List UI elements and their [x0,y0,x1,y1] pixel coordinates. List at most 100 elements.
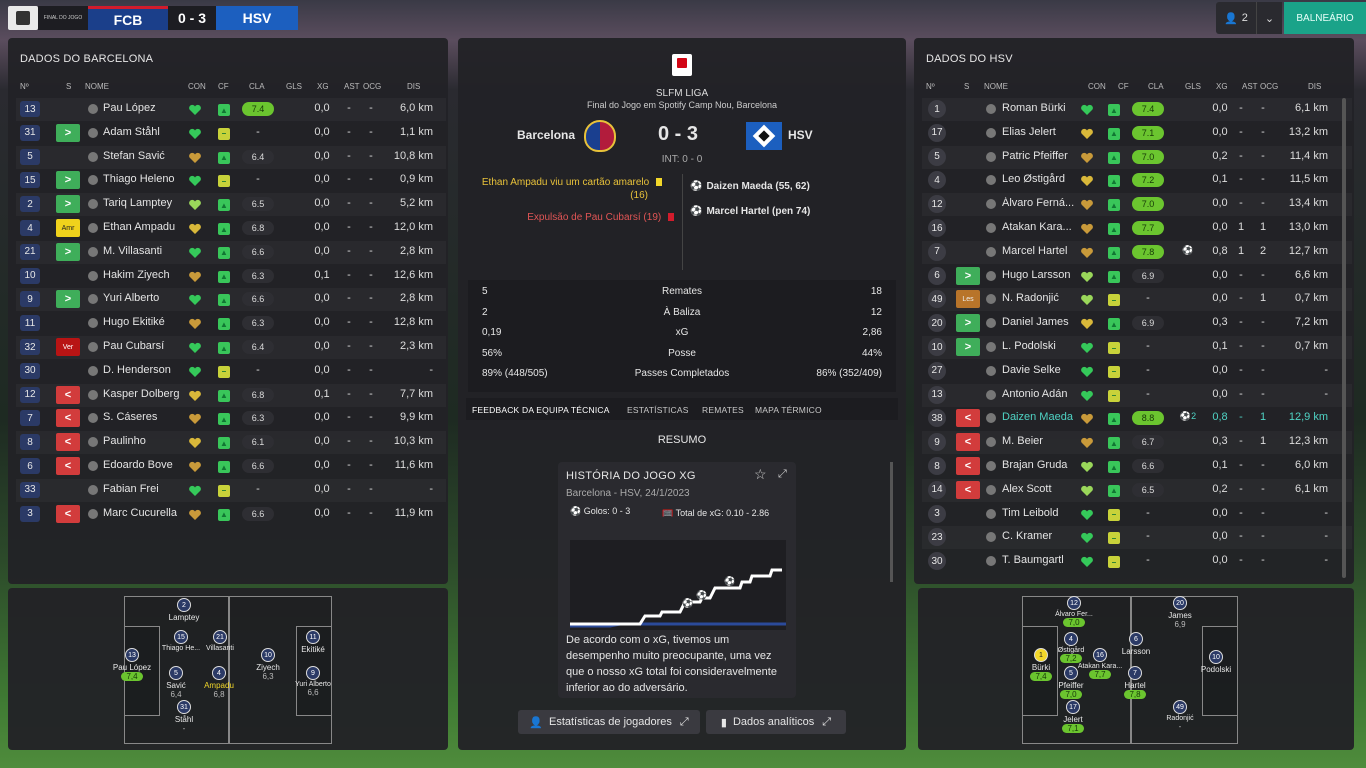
player-name[interactable]: Adam Ståhl [103,126,188,138]
player-name[interactable]: Kasper Dolberg [103,388,188,400]
col-dis[interactable]: DIS [407,82,420,91]
table-row[interactable]: 1 Roman Bürki ▲ 7.4 0,0- -6,1 km [922,98,1352,121]
col-cf[interactable]: CF [218,82,229,91]
chevron-down-icon[interactable]: ⌄ [1256,2,1282,34]
player-name[interactable]: M. Beier [1002,435,1087,447]
player-name[interactable]: D. Henderson [103,364,188,376]
col-no[interactable]: Nº [20,82,29,91]
col-ast[interactable]: AST [344,82,360,91]
player-name[interactable]: Antonio Adán [1002,388,1087,400]
table-row[interactable]: 7 < S. Cáseres ▲ 6.3 0,0 - - 9,9 km [16,407,446,430]
formation-player[interactable]: 2 Lamptey [154,598,214,622]
table-row[interactable]: 6 < Edoardo Bove ▲ 6.6 0,0 - - 11,6 km [16,455,446,478]
col-dis[interactable]: DIS [1308,82,1321,91]
player-name[interactable]: Thiago Heleno [103,173,188,185]
player-name[interactable]: Marc Cucurella [103,507,188,519]
col-s[interactable]: S [66,82,71,91]
table-row[interactable]: 21 > M. Villasanti ▲ 6.6 0,0 - - 2,8 km [16,241,446,264]
table-row[interactable]: 9 > Yuri Alberto ▲ 6.6 0,0 - - 2,8 km [16,288,446,311]
col-gls[interactable]: GLS [1185,82,1201,91]
table-row[interactable]: 12 Álvaro Ferná... ▲ 7.0 0,0- -13,4 km [922,193,1352,216]
player-name[interactable]: Daniel James [1002,316,1087,328]
table-row[interactable]: 12 < Kasper Dolberg ▲ 6.8 0,1 - - 7,7 km [16,384,446,407]
expand-icon[interactable]: ⤢ [778,468,787,481]
player-name[interactable]: Fabian Frei [103,483,188,495]
table-row[interactable]: 14 < Alex Scott ▲ 6.5 0,2- -6,1 km [922,479,1352,502]
player-name[interactable]: C. Kramer [1002,530,1087,542]
table-row[interactable]: 30 D. Henderson – - 0,0 - - - [16,360,446,383]
player-name[interactable]: Elias Jelert [1002,126,1087,138]
formation-player[interactable]: 31 Ståhl - [154,700,214,733]
table-row[interactable]: 38 < Daizen Maeda ▲ 8.8 ⚽2 0,8- 1 12,9 km [922,407,1352,430]
formation-player[interactable]: 9 Yuri Alberto 6,6 [283,666,343,697]
player-name[interactable]: Hugo Ekitiké [103,316,188,328]
table-row[interactable]: 10 > L. Podolski – -0,1- -0,7 km [922,336,1352,359]
player-name[interactable]: T. Baumgartl [1002,554,1087,566]
player-name[interactable]: Tariq Lamptey [103,197,188,209]
player-name[interactable]: Davie Selke [1002,364,1087,376]
player-name[interactable]: Pau López [103,102,188,114]
player-name[interactable]: Alex Scott [1002,483,1087,495]
col-s[interactable]: S [964,82,969,91]
col-con[interactable]: CON [188,82,206,91]
player-name[interactable]: Hakim Ziyech [103,269,188,281]
table-row[interactable]: 10 Hakim Ziyech ▲ 6.3 0,1 - - 12,6 km [16,265,446,288]
table-row[interactable]: 20 > Daniel James ▲ 6.9 0,3- -7,2 km [922,312,1352,335]
table-row[interactable]: 13 Pau López ▲ 7.4 0,0 - - 6,0 km [16,98,446,121]
player-name[interactable]: M. Villasanti [103,245,188,257]
table-row[interactable]: 4 Amr Ethan Ampadu ▲ 6.8 0,0 - - 12,0 km [16,217,446,240]
player-name[interactable]: Daizen Maeda [1002,411,1087,423]
col-gls[interactable]: GLS [286,82,302,91]
users-button[interactable]: 👤 2 [1216,2,1256,34]
col-ocg[interactable]: OCG [1260,82,1278,91]
col-name[interactable]: NOME [85,82,109,91]
table-row[interactable]: 3 Tim Leibold – -0,0- - - [922,503,1352,526]
tab-statistics[interactable]: ESTATÍSTICAS [627,405,689,415]
player-name[interactable]: Yuri Alberto [103,292,188,304]
col-name[interactable]: NOME [984,82,1008,91]
player-name[interactable]: Patric Pfeiffer [1002,150,1087,162]
player-name[interactable]: Brajan Gruda [1002,459,1087,471]
table-row[interactable]: 9 < M. Beier ▲ 6.7 0,3- 1 12,3 km [922,431,1352,454]
scrollbar[interactable] [1342,98,1346,578]
table-row[interactable]: 6 > Hugo Larsson ▲ 6.9 0,0- -6,6 km [922,265,1352,288]
tab-shots[interactable]: REMATES [702,405,744,415]
table-row[interactable]: 11 Hugo Ekitiké ▲ 6.3 0,0 - - 12,8 km [16,312,446,335]
table-row[interactable]: 7 Marcel Hartel ▲ 7.8 ⚽ 0,8 1 2 12,7 km [922,241,1352,264]
player-name[interactable]: Edoardo Bove [103,459,188,471]
player-name[interactable]: Roman Bürki [1002,102,1087,114]
player-name[interactable]: Stefan Savić [103,150,188,162]
table-row[interactable]: 2 > Tariq Lamptey ▲ 6.5 0,0 - - 5,2 km [16,193,446,216]
col-no[interactable]: Nº [926,82,935,91]
table-row[interactable]: 33 Fabian Frei – - 0,0 - - - [16,479,446,502]
player-name[interactable]: S. Cáseres [103,411,188,423]
table-row[interactable]: 5 Stefan Savić ▲ 6.4 0,0 - - 10,8 km [16,146,446,169]
analytics-button[interactable]: ▮ Dados analíticos ⤢ [706,710,846,734]
card-scrollbar[interactable] [890,462,893,582]
formation-player[interactable]: 49 Radonjić - [1150,700,1210,731]
star-icon[interactable]: ☆ [754,466,767,483]
player-name[interactable]: Ethan Ampadu [103,221,188,233]
table-row[interactable]: 17 Elias Jelert ▲ 7.1 0,0- -13,2 km [922,122,1352,145]
table-row[interactable]: 23 C. Kramer – -0,0- - - [922,526,1352,549]
formation-player[interactable]: 10 Podolski [1186,650,1246,674]
table-row[interactable]: 49 Les N. Radonjić – -0,0-1 0,7 km [922,288,1352,311]
table-row[interactable]: 8 < Paulinho ▲ 6.1 0,0 - - 10,3 km [16,431,446,454]
formation-player[interactable]: 5 Pfeiffer 7,0 [1041,666,1101,699]
table-row[interactable]: 31 > Adam Ståhl – - 0,0 - - 1,1 km [16,122,446,145]
col-cf[interactable]: CF [1118,82,1129,91]
formation-player[interactable]: 7 Hartel 7,8 [1105,666,1165,699]
col-con[interactable]: CON [1088,82,1106,91]
dressing-room-button[interactable]: BALNEÁRIO [1284,2,1366,34]
player-name[interactable]: Leo Østigård [1002,173,1087,185]
formation-player[interactable]: 17 Jelert 7,1 [1043,700,1103,733]
tab-feedback[interactable]: FEEDBACK DA EQUIPA TÉCNICA [472,405,610,415]
player-name[interactable]: L. Podolski [1002,340,1087,352]
tab-heatmap[interactable]: MAPA TÉRMICO [755,405,822,415]
table-row[interactable]: 3 < Marc Cucurella ▲ 6.6 0,0 - - 11,9 km [16,503,446,526]
table-row[interactable]: 27 Davie Selke – -0,0- - - [922,360,1352,383]
formation-player[interactable]: 11 Ekitiké [283,630,343,654]
col-xg[interactable]: XG [317,82,329,91]
player-name[interactable]: Pau Cubarsí [103,340,188,352]
table-row[interactable]: 8 < Brajan Gruda ▲ 6.6 0,1- -6,0 km [922,455,1352,478]
